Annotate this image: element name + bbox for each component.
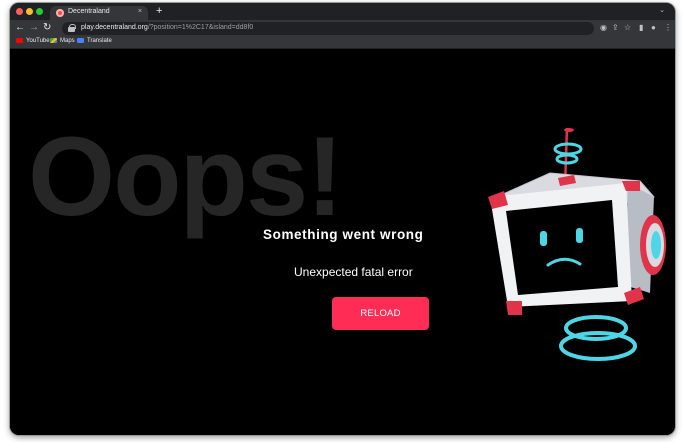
reload-button[interactable]: RELOAD — [332, 297, 429, 330]
right-eye-icon — [576, 228, 583, 243]
bookmark-youtube[interactable]: YouTube — [16, 38, 50, 44]
error-page: Oops! Something went wrong Unexpected fa… — [10, 49, 675, 435]
bookmark-translate[interactable]: Translate — [77, 38, 112, 44]
url-text[interactable]: play.decentraland.org/?position=1%2C17&i… — [81, 24, 253, 31]
left-eye-icon — [540, 231, 547, 246]
google-lens-icon[interactable]: ◉ — [600, 23, 607, 33]
close-window-button[interactable] — [16, 8, 23, 15]
reload-page-icon[interactable]: ↻ — [43, 22, 51, 34]
oops-background-text: Oops! — [28, 114, 344, 239]
error-subline: Unexpected fatal error — [294, 265, 413, 279]
tab-search-icon[interactable]: ⌄ — [659, 6, 665, 14]
bookmarks-bar: YouTube Maps Translate — [10, 37, 675, 49]
tab-close-icon[interactable]: × — [138, 8, 142, 15]
minimize-window-button[interactable] — [26, 8, 33, 15]
tab-strip: Decentraland × + ⌄ — [10, 3, 675, 20]
address-bar[interactable]: play.decentraland.org/?position=1%2C17&i… — [62, 22, 594, 35]
browser-toolbar: ← → ↻ play.decentraland.org/?position=1%… — [10, 20, 675, 37]
new-tab-button[interactable]: + — [156, 5, 162, 17]
menu-kebab-icon[interactable]: ⋮ — [664, 23, 672, 33]
sad-robot-illustration — [488, 127, 666, 361]
profile-icon[interactable]: ● — [651, 23, 656, 33]
error-headline: Something went wrong — [263, 227, 424, 242]
share-icon[interactable]: ⇪ — [612, 23, 619, 33]
bookmark-maps[interactable]: Maps — [50, 38, 75, 44]
tab-decentraland[interactable]: Decentraland × — [50, 6, 148, 20]
bookmark-star-icon[interactable]: ☆ — [624, 23, 631, 33]
forward-arrow-icon[interactable]: → — [29, 22, 39, 34]
side-panel-icon[interactable]: ▮ — [639, 23, 643, 33]
maximize-window-button[interactable] — [36, 8, 43, 15]
back-arrow-icon[interactable]: ← — [15, 22, 25, 34]
browser-window: Decentraland × + ⌄ ← → ↻ play.decentrala… — [10, 3, 675, 435]
tab-title: Decentraland — [68, 8, 110, 15]
decentraland-favicon-icon — [56, 9, 64, 17]
maps-icon — [50, 38, 57, 43]
youtube-icon — [16, 38, 23, 43]
translate-icon — [77, 38, 84, 43]
